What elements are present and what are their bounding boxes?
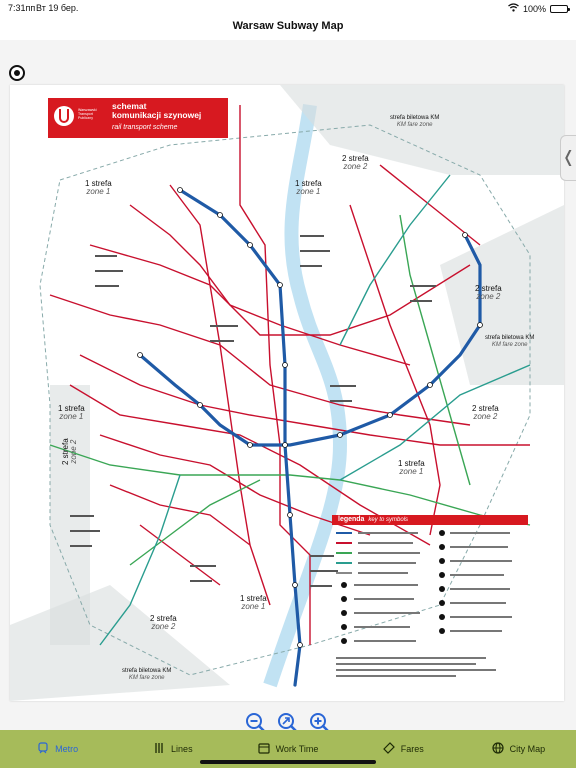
battery-icon (550, 4, 570, 13)
wifi-icon (508, 3, 519, 14)
locate-icon[interactable] (9, 65, 25, 81)
status-right: 100% (508, 3, 570, 14)
zone-label: 1 strefa zone 1 (240, 594, 267, 611)
wtp-logo-icon (54, 106, 74, 126)
legend-body (332, 527, 528, 687)
zone-label: 1 strefa zone 1 (58, 404, 85, 421)
logo-text: Warszawski Transport Publiczny (78, 108, 97, 120)
zone-label: 2 strefa zone 2 (342, 154, 369, 171)
km-fare-zone-label: strefa biletowa KM KM fare zone (485, 335, 535, 348)
metro-icon (37, 741, 49, 757)
tab-label: Metro (55, 744, 79, 754)
km-fare-zone-label: strefa biletowa KM KM fare zone (390, 115, 440, 128)
zone-label: 2 strefa zone 2 (150, 614, 177, 631)
zone-label: 2 strefa zone 2 (475, 284, 502, 301)
status-bar: 7:31пп Вт 19 бер. 100% (0, 0, 576, 16)
tab-city-map[interactable]: City Map (461, 730, 576, 768)
home-indicator (200, 760, 376, 764)
zone-label: 1 strefa zone 1 (398, 459, 425, 476)
transit-map[interactable]: Warszawski Transport Publiczny schemat komu… (10, 85, 564, 701)
map-title: schemat komunikacji szynowej (112, 101, 202, 120)
battery-percent: 100% (522, 3, 546, 14)
tab-metro[interactable]: Metro (0, 730, 115, 768)
status-time: 7:31пп (8, 3, 36, 13)
km-fare-zone-label: strefa biletowa KM KM fare zone (122, 668, 172, 681)
calendar-icon (257, 742, 270, 757)
tab-label: Lines (171, 744, 193, 754)
map-subtitle: rail transport scheme (112, 124, 178, 131)
zone-label: 1 strefa zone 1 (85, 179, 112, 196)
globe-icon (492, 741, 504, 757)
tab-label: Fares (400, 744, 424, 754)
zone-label: 1 strefa zone 1 (295, 179, 322, 196)
zone-label: 2 strefa zone 2 (61, 438, 78, 465)
ticket-icon (382, 741, 395, 757)
tab-label: Work Time (275, 744, 319, 754)
zone-label: 2 strefa zone 2 (472, 404, 499, 421)
chevron-left-icon[interactable]: ❬ (560, 135, 576, 181)
tab-label: City Map (509, 744, 546, 754)
status-date: Вт 19 бер. (36, 3, 79, 13)
map-header-banner: Warszawski Transport Publiczny schemat komu… (48, 98, 228, 138)
legend-header: legenda key to symbols (332, 515, 528, 525)
page-title: Warsaw Subway Map (232, 20, 344, 32)
lines-icon (153, 742, 165, 757)
